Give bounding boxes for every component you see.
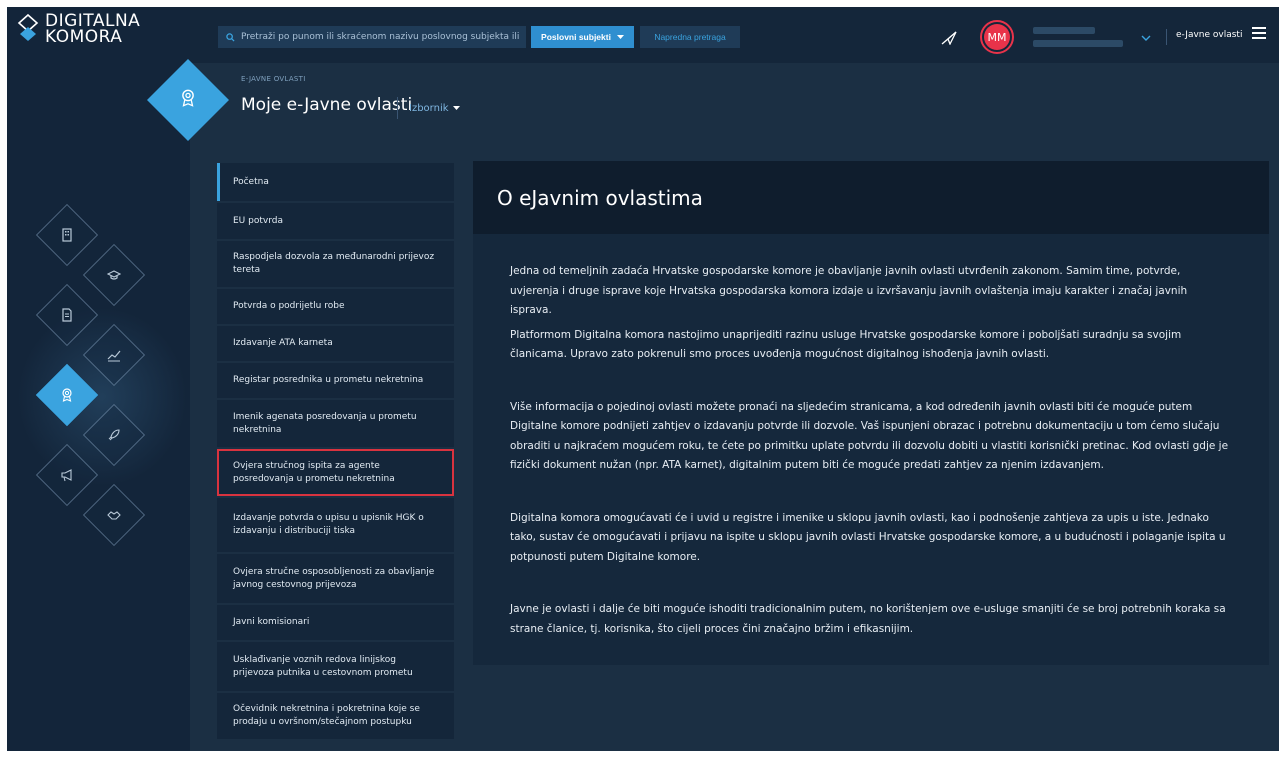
menu-item-label: Potvrda o podrijetlu robe [233,301,345,311]
menu-item-label: Raspodjela dozvola za međunarodni prijev… [233,252,435,275]
nav-building[interactable] [35,203,99,267]
caret-down-icon [616,34,624,39]
menu-dropdown[interactable]: Izbornik [409,103,460,114]
handshake-icon [104,505,124,525]
authorities-menu: Početna EU potvrda Raspodjela dozvola za… [217,163,454,741]
search-input[interactable] [241,32,521,42]
content-paragraph: Platformom Digitalna komora nastojimo un… [510,328,1182,361]
topbar-divider [1166,29,1167,45]
hamburger-menu-icon[interactable] [1252,27,1266,39]
menu-item-label: Javni komisionari [233,617,310,627]
menu-item-ovjera-osposobljenosti[interactable]: Ovjera stručne osposobljenosti za obavlj… [217,554,454,603]
menu-item-registar-posrednika[interactable]: Registar posrednika u prometu nekretnina [217,363,454,398]
menu-item-label: Ovjera stručne osposobljenosti za obavlj… [233,566,435,590]
menu-dropdown-label: Izbornik [409,103,449,114]
award-icon [179,89,197,111]
avatar-initials: MM [984,24,1010,50]
menu-item-izdavanje-potvrda-tiska[interactable]: Izdavanje potvrda o upisu u upisnik HGK … [217,498,454,552]
menu-item-potvrda-podrijetlu[interactable]: Potvrda o podrijetlu robe [217,289,454,324]
menu-item-raspodjela-dozvola[interactable]: Raspodjela dozvola za međunarodni prijev… [217,241,454,287]
top-bar: Poslovni subjekti Napredna pretraga MM e… [190,7,1279,63]
chart-icon [104,345,124,365]
business-subjects-dropdown[interactable]: Poslovni subjekti [531,26,634,48]
content-title: O eJavnim ovlastima [473,161,1269,234]
paper-plane-icon[interactable] [941,31,957,45]
menu-item-ocevidnik-nekretnina[interactable]: Očevidnik nekretnina i pokretnina koje s… [217,693,454,739]
avatar[interactable]: MM [980,20,1014,54]
nav-startup[interactable] [82,403,146,467]
menu-item-label: EU potvrda [233,215,283,226]
nav-education[interactable] [82,243,146,307]
content-paragraph: Javne je ovlasti i dalje će biti moguće … [510,603,1226,635]
menu-item-label: Imenik agenata posredovanja u prometu ne… [233,411,417,435]
search-box[interactable] [218,26,526,48]
nav-documents[interactable] [35,283,99,347]
menu-item-javni-komisionari[interactable]: Javni komisionari [217,605,454,640]
menu-item-label: Registar posrednika u prometu nekretnina [233,375,424,385]
menu-item-label: Početna [233,176,269,187]
user-company-redacted [1033,40,1123,47]
menu-item-pocetna[interactable]: Početna [217,163,454,201]
page-title: Moje e-Javne ovlasti [241,95,413,115]
business-subjects-label: Poslovni subjekti [541,32,611,42]
chevron-down-icon[interactable] [1141,35,1151,41]
title-divider [397,97,398,119]
content-panel: O eJavnim ovlastima Jedna od temeljnih z… [473,161,1269,665]
graduation-cap-icon [104,265,124,285]
menu-item-label: Usklađivanje voznih redova linijskog pri… [233,654,413,678]
menu-item-label: Izdavanje potvrda o upisu u upisnik HGK … [233,513,424,536]
side-navigation: DIGITALNA KOMORA [7,7,190,751]
menu-item-label: Očevidnik nekretnina i pokretnina koje s… [233,704,420,727]
nav-statistics[interactable] [82,323,146,387]
award-icon [57,385,77,405]
menu-item-ata-karneta[interactable]: Izdavanje ATA karneta [217,326,454,361]
document-icon [57,305,77,325]
content-paragraph: Više informacija o pojedinoj ovlasti mož… [510,400,1229,472]
nav-public-authorities[interactable] [35,363,99,427]
menu-item-label: Ovjera stručnog ispita za agente posredo… [233,460,395,484]
menu-item-label: Izdavanje ATA karneta [233,338,333,348]
content-paragraph: Jedna od temeljnih zadaća Hrvatske gospo… [510,265,1188,316]
advanced-search-button[interactable]: Napredna pretraga [640,26,740,48]
menu-item-imenik-agenata[interactable]: Imenik agenata posredovanja u prometu ne… [217,400,454,447]
module-label[interactable]: e-Javne ovlasti [1176,30,1242,40]
user-name-redacted [1033,27,1095,34]
section-label: E-JAVNE OVLASTI [241,75,306,83]
content-paragraph: Digitalna komora omogućavati će i uvid u… [510,511,1226,563]
rocket-icon [104,425,124,445]
megaphone-icon [57,465,77,485]
building-icon [57,225,77,245]
app-frame: DIGITALNA KOMORA Pretraži po punom ili s… [7,7,1279,751]
menu-item-eu-potvrda[interactable]: EU potvrda [217,203,454,239]
search-icon [226,32,235,42]
nav-announcements[interactable] [35,443,99,507]
content-body: Jedna od temeljnih zadaća Hrvatske gospo… [473,234,1269,665]
menu-item-uskladivanje-voznih-redova[interactable]: Usklađivanje voznih redova linijskog pri… [217,642,454,691]
nav-partnership[interactable] [82,483,146,547]
menu-item-ovjera-strucnog-ispita[interactable]: Ovjera stručnog ispita za agente posredo… [217,449,454,496]
caret-down-icon [452,106,460,110]
